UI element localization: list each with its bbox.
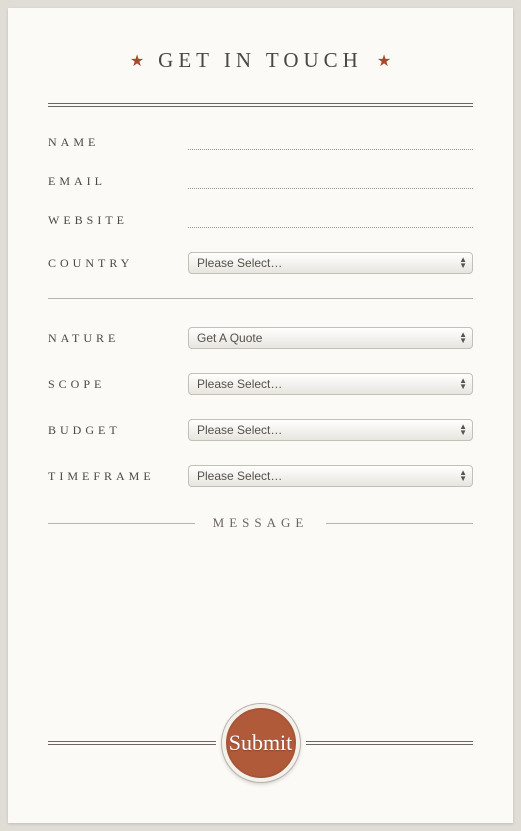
name-label: NAME (48, 135, 188, 150)
name-input[interactable] (188, 136, 473, 150)
star-icon: ★ (377, 51, 391, 71)
submit-row: Submit (48, 704, 473, 782)
field-name: NAME (48, 135, 473, 150)
submit-button[interactable]: Submit (222, 704, 300, 782)
field-email: EMAIL (48, 174, 473, 189)
timeframe-select[interactable]: Please Select… (188, 465, 473, 487)
country-select[interactable]: Please Select… (188, 252, 473, 274)
message-label: MESSAGE (213, 515, 309, 531)
email-label: EMAIL (48, 174, 188, 189)
field-scope: SCOPE Please Select… ▲▼ (48, 373, 473, 395)
country-label: COUNTRY (48, 256, 188, 271)
website-label: WEBSITE (48, 213, 188, 228)
message-textarea[interactable] (48, 539, 473, 699)
field-country: COUNTRY Please Select… ▲▼ (48, 252, 473, 274)
page-title: GET IN TOUCH (158, 48, 363, 73)
double-rule (306, 741, 474, 745)
double-rule (48, 741, 216, 745)
field-timeframe: TIMEFRAME Please Select… ▲▼ (48, 465, 473, 487)
budget-label: BUDGET (48, 423, 188, 438)
email-input[interactable] (188, 175, 473, 189)
timeframe-label: TIMEFRAME (48, 469, 188, 484)
nature-select[interactable]: Get A Quote (188, 327, 473, 349)
title-row: ★ GET IN TOUCH ★ (48, 48, 473, 73)
field-budget: BUDGET Please Select… ▲▼ (48, 419, 473, 441)
nature-label: NATURE (48, 331, 188, 346)
website-input[interactable] (188, 214, 473, 228)
scope-label: SCOPE (48, 377, 188, 392)
contact-form-card: ★ GET IN TOUCH ★ NAME EMAIL WEBSITE COUN… (8, 8, 513, 823)
field-nature: NATURE Get A Quote ▲▼ (48, 327, 473, 349)
double-rule (48, 103, 473, 107)
star-icon: ★ (130, 51, 144, 71)
field-website: WEBSITE (48, 213, 473, 228)
divider-line (326, 523, 473, 524)
scope-select[interactable]: Please Select… (188, 373, 473, 395)
budget-select[interactable]: Please Select… (188, 419, 473, 441)
divider-line (48, 523, 195, 524)
message-divider: MESSAGE (48, 515, 473, 531)
single-rule (48, 298, 473, 299)
